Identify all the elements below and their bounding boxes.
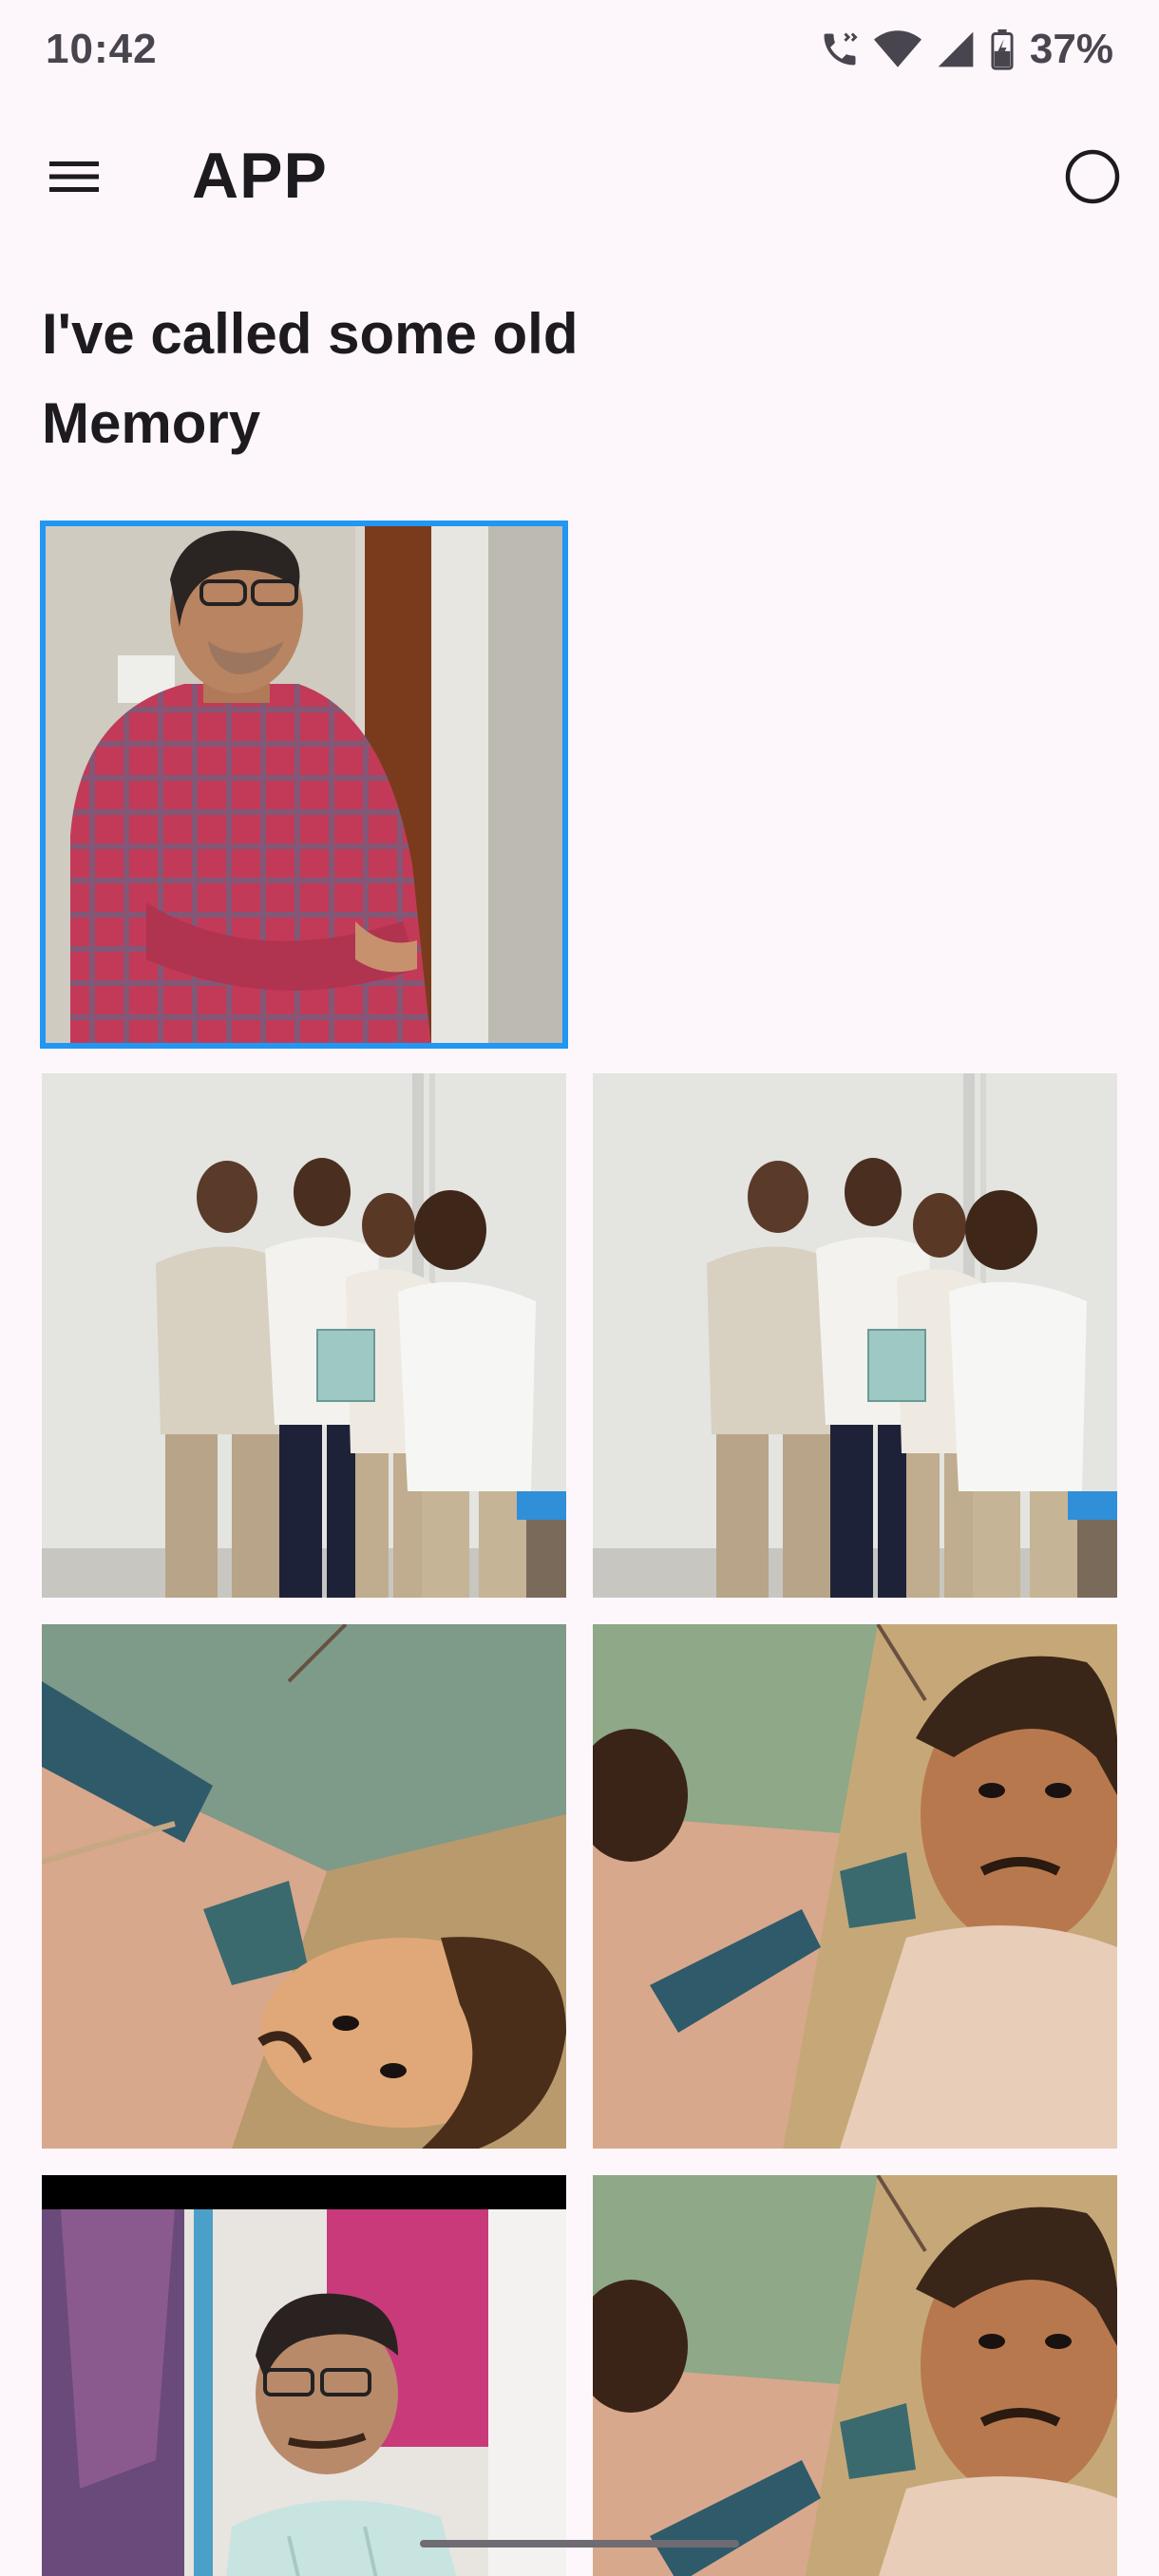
photo-stylized-selfie: [593, 1624, 1117, 2149]
photo-group-with-book: [593, 1073, 1117, 1598]
hamburger-menu-icon: [48, 158, 101, 200]
photo-man-checked-shirt: [42, 522, 566, 1047]
circle-outline-icon: [1064, 148, 1121, 210]
photo-tile-6[interactable]: [42, 2175, 566, 2576]
photo-tile-5[interactable]: [593, 1624, 1117, 2149]
wifi-icon: [873, 28, 922, 70]
photo-stylized-selfie: [593, 2175, 1117, 2576]
battery-charging-icon: [990, 28, 1015, 70]
gesture-navigation-bar[interactable]: [420, 2540, 739, 2548]
photo-tile-7[interactable]: [593, 2175, 1117, 2576]
status-icons: 37%: [819, 26, 1113, 73]
photo-tile-1[interactable]: [40, 521, 568, 1049]
status-time: 10:42: [46, 26, 158, 72]
screen: 10:42 37% APP I've called some old Memor…: [0, 0, 1159, 2576]
battery-percent: 37%: [1029, 26, 1113, 72]
photo-grid: [40, 521, 1117, 2576]
profile-button[interactable]: [1054, 141, 1130, 217]
photo-tile-2[interactable]: [42, 1073, 566, 1598]
status-bar: 10:42 37%: [0, 0, 1159, 99]
empty-slot: [593, 522, 1117, 1047]
cellular-signal-icon: [935, 28, 977, 70]
photo-man-near-curtains: [42, 2175, 566, 2576]
app-bar: APP: [0, 114, 1159, 237]
photo-tile-3[interactable]: [593, 1073, 1117, 1598]
app-title: APP: [192, 140, 328, 212]
page-heading: I've called some old Memory: [42, 302, 579, 455]
photo-tile-4[interactable]: [42, 1624, 566, 2149]
photo-group-with-book: [42, 1073, 566, 1598]
wifi-calling-icon: [819, 28, 861, 70]
menu-button[interactable]: [36, 141, 112, 217]
photo-stylized-selfie-rotated: [42, 1624, 566, 2149]
